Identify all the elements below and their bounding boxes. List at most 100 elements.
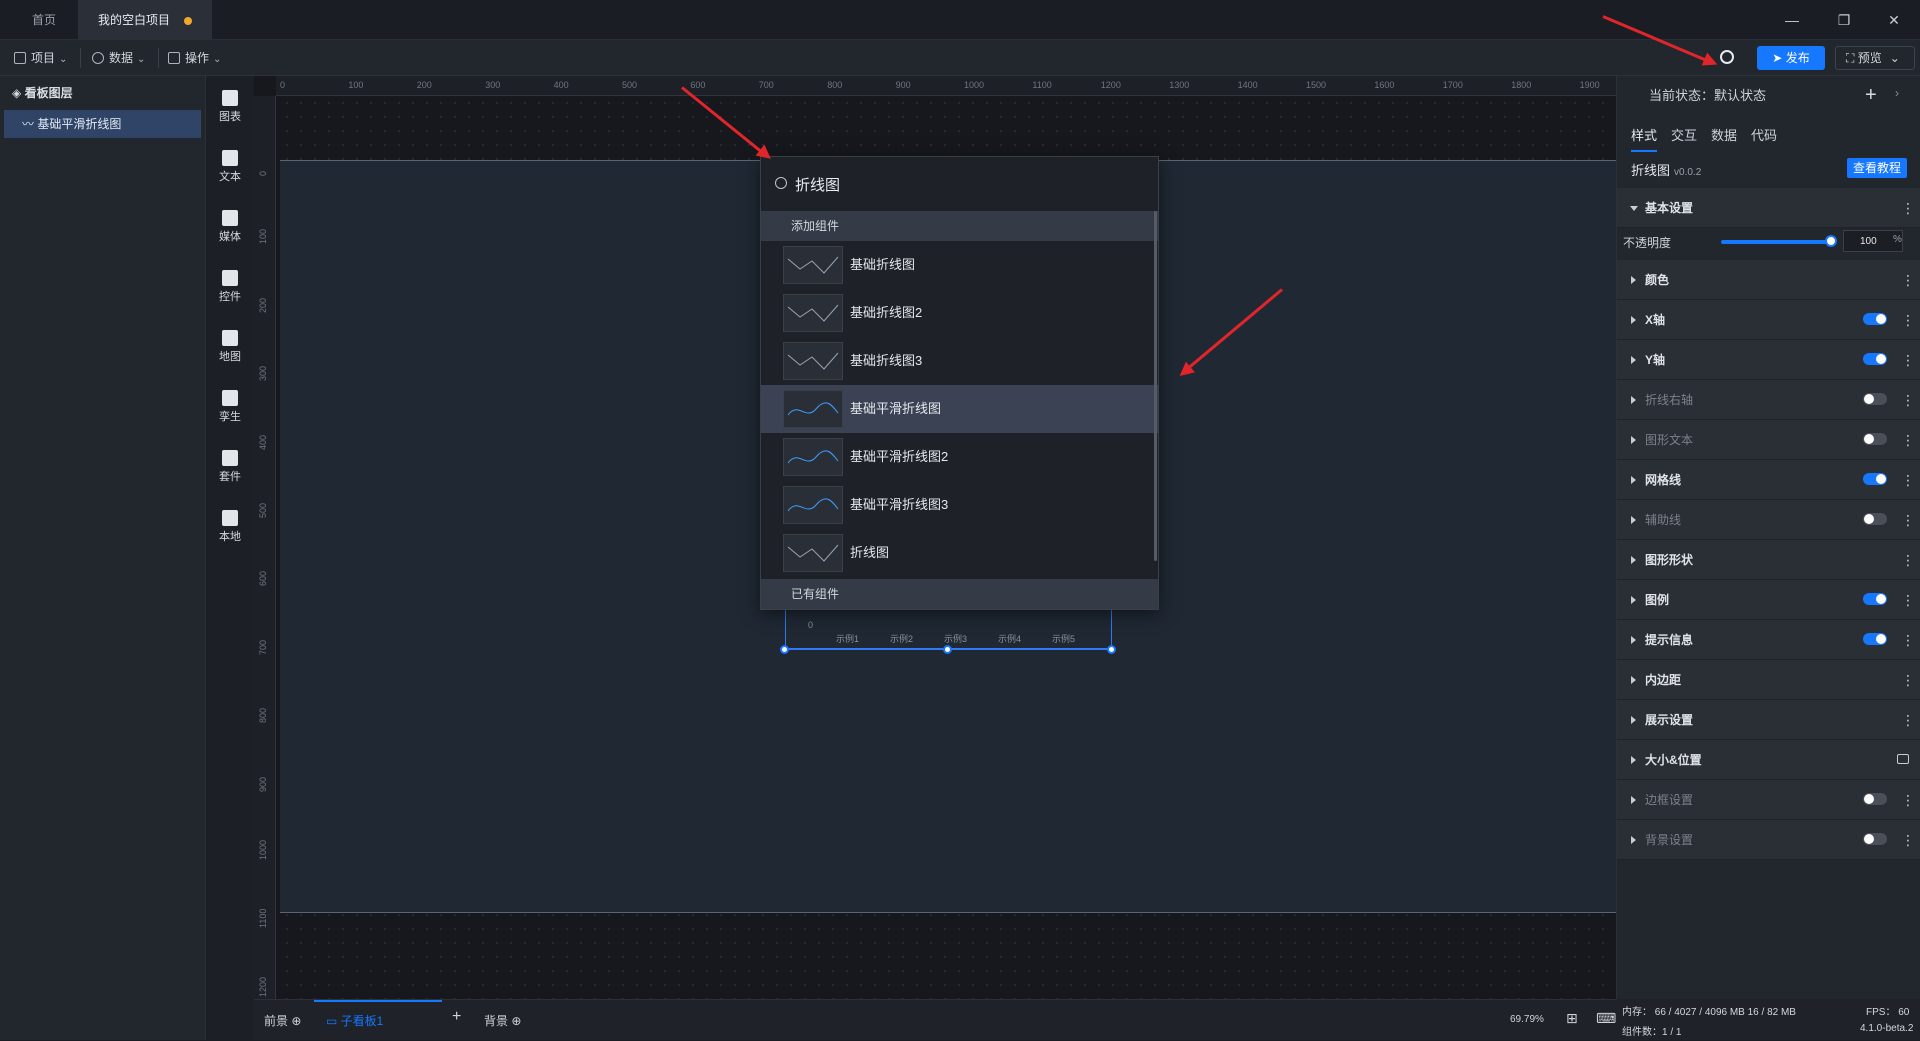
- tab-style[interactable]: 样式: [1631, 124, 1658, 152]
- tab-interaction[interactable]: 交互: [1671, 124, 1697, 152]
- tab-project[interactable]: 我的空白项目: [78, 0, 213, 40]
- chevron-right-icon[interactable]: ›: [1895, 86, 1899, 100]
- section-shape-text[interactable]: 图形文本 ⋮: [1617, 420, 1920, 460]
- more-icon[interactable]: ⋮: [1901, 510, 1915, 530]
- section-tooltip[interactable]: 提示信息 ⋮: [1617, 620, 1920, 660]
- more-icon[interactable]: ⋮: [1901, 470, 1915, 490]
- search-result[interactable]: 基础平滑折线图3: [761, 481, 1158, 529]
- section-basic[interactable]: 基本设置 ⋮: [1617, 188, 1920, 228]
- tab-data[interactable]: 数据: [1711, 124, 1737, 152]
- keyboard-icon[interactable]: ⌨: [1596, 1010, 1616, 1027]
- add-state-icon[interactable]: +: [1865, 84, 1877, 107]
- resize-handle[interactable]: [1107, 645, 1116, 654]
- menu-project[interactable]: 项目 ⌄: [14, 48, 67, 68]
- section-display[interactable]: 展示设置 ⋮: [1617, 700, 1920, 740]
- scrollbar[interactable]: [1154, 211, 1157, 561]
- opacity-slider-handle[interactable]: [1825, 235, 1837, 247]
- resize-handle[interactable]: [943, 645, 952, 654]
- tutorial-button[interactable]: 查看教程: [1847, 158, 1907, 178]
- more-icon[interactable]: ⋮: [1901, 270, 1915, 290]
- more-icon[interactable]: ⋮: [1901, 390, 1915, 410]
- publish-button[interactable]: ➤ 发布: [1757, 46, 1825, 70]
- search-result[interactable]: 基础折线图3: [761, 337, 1158, 385]
- more-icon[interactable]: ⋮: [1901, 198, 1915, 218]
- more-icon[interactable]: ⋮: [1901, 550, 1915, 570]
- section-y-axis[interactable]: Y轴 ⋮: [1617, 340, 1920, 380]
- restore-icon[interactable]: ❐: [1832, 8, 1856, 32]
- section-legend[interactable]: 图例 ⋮: [1617, 580, 1920, 620]
- ruler-tick: 100: [258, 229, 268, 245]
- more-icon[interactable]: ⋮: [1901, 350, 1915, 370]
- section-x-axis[interactable]: X轴 ⋮: [1617, 300, 1920, 340]
- search-result[interactable]: 基础折线图2: [761, 289, 1158, 337]
- comp-local[interactable]: 本地: [206, 502, 254, 554]
- toggle-switch[interactable]: [1863, 473, 1887, 485]
- lock-icon[interactable]: [1897, 754, 1909, 764]
- toggle-switch[interactable]: [1863, 793, 1887, 805]
- layers-header: ◈ 看板图层: [0, 76, 205, 110]
- search-result[interactable]: 折线图: [761, 529, 1158, 577]
- add-circle-icon[interactable]: ⊕: [511, 1014, 521, 1028]
- section-grid-lines[interactable]: 网格线 ⋮: [1617, 460, 1920, 500]
- comp-map[interactable]: 地图: [206, 322, 254, 374]
- title-bar: 首页 我的空白项目 — ❐ ✕: [0, 0, 1920, 40]
- toggle-switch[interactable]: [1863, 313, 1887, 325]
- more-icon[interactable]: ⋮: [1901, 630, 1915, 650]
- section-size-position[interactable]: 大小&位置: [1617, 740, 1920, 780]
- toggle-switch[interactable]: [1863, 513, 1887, 525]
- comp-twin[interactable]: 孪生: [206, 382, 254, 434]
- toggle-switch[interactable]: [1863, 393, 1887, 405]
- section-shape[interactable]: 图形形状 ⋮: [1617, 540, 1920, 580]
- more-icon[interactable]: ⋮: [1901, 830, 1915, 850]
- layer-item[interactable]: 〰 基础平滑折线图: [4, 110, 201, 138]
- more-icon[interactable]: ⋮: [1901, 310, 1915, 330]
- section-guide-lines[interactable]: 辅助线 ⋮: [1617, 500, 1920, 540]
- add-board-icon[interactable]: +: [452, 1008, 461, 1026]
- comp-local-label: 本地: [219, 531, 241, 543]
- comp-media[interactable]: 媒体: [206, 202, 254, 254]
- search-result[interactable]: 基础平滑折线图2: [761, 433, 1158, 481]
- more-icon[interactable]: ⋮: [1901, 670, 1915, 690]
- zoom-level[interactable]: 69.79%: [1510, 1014, 1544, 1025]
- fit-screen-icon[interactable]: ⊞: [1566, 1010, 1578, 1027]
- toggle-switch[interactable]: [1863, 633, 1887, 645]
- foreground-tab[interactable]: 前景 ⊕: [264, 1012, 301, 1029]
- resize-handle[interactable]: [780, 645, 789, 654]
- tab-home[interactable]: 首页: [12, 0, 76, 40]
- toggle-switch[interactable]: [1863, 353, 1887, 365]
- section-label: 基本设置: [1645, 201, 1694, 215]
- close-icon[interactable]: ✕: [1882, 8, 1906, 32]
- toggle-switch[interactable]: [1863, 593, 1887, 605]
- toggle-switch[interactable]: [1863, 833, 1887, 845]
- more-icon[interactable]: ⋮: [1901, 590, 1915, 610]
- section-right-axis[interactable]: 折线右轴 ⋮: [1617, 380, 1920, 420]
- minimize-icon[interactable]: —: [1780, 8, 1804, 32]
- chevron-down-icon: ⌄: [1889, 51, 1900, 65]
- section-padding[interactable]: 内边距 ⋮: [1617, 660, 1920, 700]
- section-border[interactable]: 边框设置 ⋮: [1617, 780, 1920, 820]
- more-icon[interactable]: ⋮: [1901, 710, 1915, 730]
- menu-data[interactable]: 数据 ⌄: [92, 48, 145, 68]
- comp-text[interactable]: 文本: [206, 142, 254, 194]
- more-icon[interactable]: ⋮: [1901, 430, 1915, 450]
- preview-button[interactable]: ⛶ 预览 ⌄: [1835, 46, 1915, 70]
- toggle-switch[interactable]: [1863, 433, 1887, 445]
- add-circle-icon[interactable]: ⊕: [291, 1014, 301, 1028]
- opacity-slider[interactable]: [1721, 240, 1831, 244]
- search-result-highlighted[interactable]: 基础平滑折线图: [761, 385, 1158, 433]
- search-icon[interactable]: [1720, 50, 1734, 64]
- sub-board-tab-label[interactable]: ▭ 子看板1: [326, 1012, 383, 1029]
- search-input[interactable]: [795, 171, 1135, 197]
- section-color[interactable]: 颜色 ⋮: [1617, 260, 1920, 300]
- comp-kit[interactable]: 套件: [206, 442, 254, 494]
- comp-control[interactable]: 控件: [206, 262, 254, 314]
- group-add-components: 添加组件: [761, 211, 1158, 241]
- menu-operate[interactable]: 操作 ⌄: [168, 48, 221, 68]
- line-chart-thumbnail: [783, 390, 843, 428]
- section-background[interactable]: 背景设置 ⋮: [1617, 820, 1920, 860]
- background-tab[interactable]: 背景 ⊕: [484, 1012, 521, 1029]
- comp-chart[interactable]: 图表: [206, 82, 254, 134]
- tab-code[interactable]: 代码: [1751, 124, 1777, 152]
- more-icon[interactable]: ⋮: [1901, 790, 1915, 810]
- search-result[interactable]: 基础折线图: [761, 241, 1158, 289]
